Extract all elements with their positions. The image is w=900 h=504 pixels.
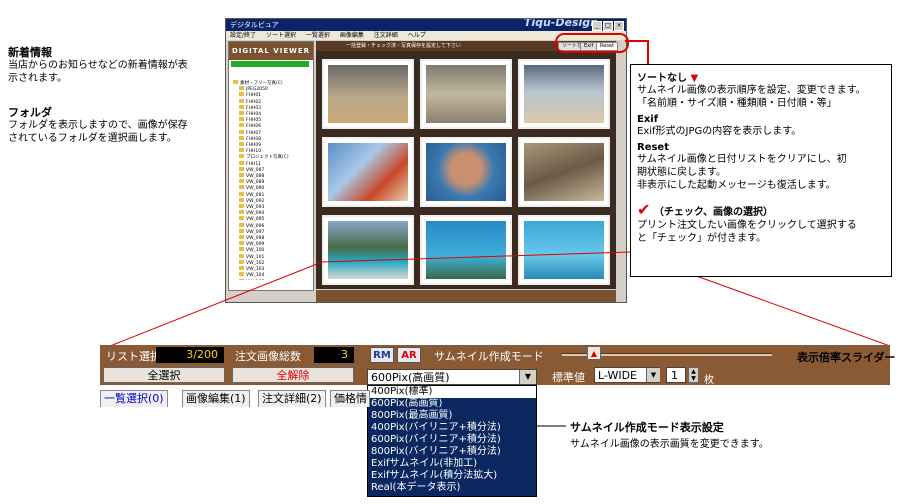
thumb-mode-label: サムネイル作成モード (434, 350, 544, 363)
check-heading: ✔ （チェック、画像の選択） (637, 200, 773, 219)
sort-desc-2: 「名前順・サイズ順・種類順・日付順・等」 (637, 98, 837, 109)
checkmark-icon: ✔ (637, 200, 651, 219)
reset-heading: Reset (637, 142, 669, 153)
tab-image-edit[interactable]: 画像編集(1) (182, 390, 250, 407)
sort-heading: ソートなし ▼ (637, 73, 699, 84)
dropdown-option[interactable]: 800Pix(バイリニア+積分法) (368, 446, 536, 458)
thumb-mode-select-value: 600Pix(高画質) (371, 371, 450, 384)
order-count-label: 注文画像総数 (235, 350, 301, 363)
check-desc-2: と「チェック」が付きます。 (637, 233, 766, 244)
check-desc-1: プリント注文したい画像をクリックして選択する (637, 220, 857, 231)
reset-desc-3: 非表示にした起動メッセージも復活します。 (637, 180, 836, 191)
down-triangle-icon: ▼ (690, 73, 699, 84)
rm-button[interactable]: RM (370, 347, 394, 363)
clear-all-button[interactable]: 全解除 (232, 367, 354, 383)
order-count-value: 3 (314, 347, 354, 363)
reset-desc-1: サムネイル画像と日付リストをクリアにし、初 (637, 154, 847, 165)
dropdown-option[interactable]: Exifサムネイル(非加工) (368, 458, 536, 470)
list-select-label: リスト選択 (106, 350, 161, 363)
thumb-mode-select[interactable]: 600Pix(高画質) (367, 369, 537, 385)
dropdown-arrow-icon[interactable]: ▼ (519, 370, 536, 384)
wide-select-value: L-WIDE (598, 369, 637, 382)
dropdown-option[interactable]: Real(本データ表示) (368, 482, 536, 494)
list-select-value: 3/200 (156, 347, 224, 363)
count-unit: 枚 (704, 375, 714, 386)
dropdown-option[interactable]: 800Pix(最高画質) (368, 410, 536, 422)
wide-select-arrow-icon[interactable]: ▼ (646, 368, 660, 382)
standard-label: 標準値 (552, 371, 585, 384)
thumb-mode-options: 400Pix(標準) 600Pix(高画質) 800Pix(最高画質) 400P… (367, 385, 537, 497)
sort-desc-1: サムネイル画像の表示順序を設定、変更できます。 (637, 85, 866, 96)
exif-heading: Exif (637, 114, 659, 125)
zoom-slider-annotation: 表示倍率スライダー (797, 351, 896, 364)
exif-desc: Exif形式のJPGの内容を表示します。 (637, 126, 802, 137)
tab-price-info[interactable]: 価格情 (330, 390, 370, 407)
dropdown-option[interactable]: 600Pix(バイリニア+積分法) (368, 434, 536, 446)
dropdown-option[interactable]: Exifサムネイル(積分法拡大) (368, 470, 536, 482)
leader-line (321, 251, 631, 263)
select-all-button[interactable]: 全選択 (103, 367, 225, 383)
reset-desc-2: 期状態に戻します。 (637, 167, 726, 178)
thumb-mode-annotation-title: サムネイル作成モード表示設定 (570, 421, 724, 434)
dropdown-option[interactable]: 400Pix(バイリニア+積分法) (368, 422, 536, 434)
dropdown-option[interactable]: 600Pix(高画質) (368, 398, 536, 410)
tab-list-select[interactable]: 一覧選択(0) (100, 390, 168, 407)
leader-line (109, 261, 323, 347)
tab-order-detail[interactable]: 注文詳細(2) (258, 390, 326, 407)
dropdown-option[interactable]: 400Pix(標準) (368, 386, 536, 398)
zoom-slider-thumb[interactable]: ▲ (587, 346, 601, 360)
ar-button[interactable]: AR (397, 347, 421, 363)
count-stepper[interactable]: ▲ ▼ (688, 367, 699, 383)
count-input[interactable]: 1 (666, 367, 686, 383)
thumb-mode-annotation-body: サムネイル画像の表示画質を変更できます。 (570, 439, 769, 450)
annotation-box: ソートなし ▼ サムネイル画像の表示順序を設定、変更できます。 「名前順・サイズ… (630, 64, 892, 277)
